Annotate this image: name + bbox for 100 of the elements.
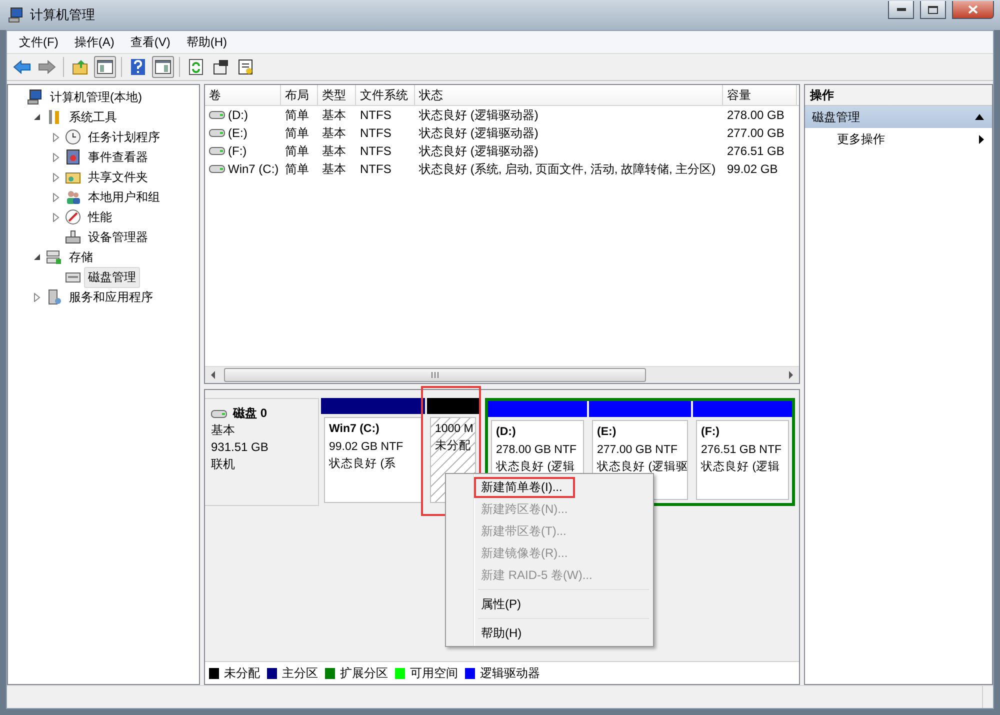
drive-icon <box>209 147 225 155</box>
table-cell-text: 基本 <box>321 124 347 142</box>
column-header[interactable]: 容量 <box>723 85 797 105</box>
drive-icon <box>209 165 225 173</box>
partition-status: 状态良好 (逻辑 <box>496 460 576 475</box>
partition-label: (E:) <box>597 425 618 440</box>
table-cell: (D:) <box>228 108 248 122</box>
scroll-left-icon[interactable] <box>210 371 216 379</box>
close-icon <box>968 5 978 14</box>
action-pane-button[interactable] <box>152 56 174 78</box>
column-header[interactable]: 布局 <box>281 85 318 105</box>
minimize-icon <box>896 8 906 12</box>
device-icon <box>65 229 81 245</box>
tree-item[interactable]: 事件查看器 <box>84 146 152 168</box>
computer-icon <box>27 89 43 105</box>
table-cell-text: 基本 <box>321 142 347 160</box>
tree-item[interactable]: 共享文件夹 <box>84 166 152 188</box>
table-cell-text: NTFS <box>359 125 392 142</box>
drive-icon <box>211 410 227 418</box>
table-cell-text: 99.02 GB <box>726 161 779 178</box>
disk-info-panel[interactable]: 磁盘 0 基本 931.51 GB 联机 <box>205 398 319 506</box>
column-header[interactable]: 状态 <box>415 85 723 105</box>
tree-item[interactable]: 任务计划程序 <box>84 126 164 148</box>
menu-item[interactable]: 操作(A) <box>66 34 122 50</box>
tree-item[interactable]: 性能 <box>84 206 116 228</box>
table-cell-text: 简单 <box>284 160 310 178</box>
table-cell-text: 状态良好 (系统, 启动, 页面文件, 活动, 故障转储, 主分区) <box>418 160 717 178</box>
disk-type: 基本 <box>211 422 236 439</box>
menu-item[interactable]: 帮助(H) <box>448 622 651 644</box>
table-cell: Win7 (C:) <box>228 162 279 176</box>
action-item[interactable]: 更多操作 <box>837 130 885 148</box>
tree-item[interactable]: 系统工具 <box>65 106 121 128</box>
legend-label: 主分区 <box>282 664 318 682</box>
storage-icon <box>46 249 62 265</box>
disk-status: 联机 <box>211 456 236 473</box>
column-header[interactable]: 类型 <box>318 85 356 105</box>
partition-status: 状态良好 (系 <box>329 456 398 472</box>
table-cell-text: 基本 <box>321 106 347 124</box>
users-icon <box>65 189 81 205</box>
partition-label: (F:) <box>701 425 721 440</box>
gauge-icon <box>65 209 81 225</box>
table-cell-text: 278.00 GB <box>726 107 786 124</box>
scroll-thumb[interactable] <box>224 368 646 382</box>
partition-label: (D:) <box>496 425 517 440</box>
partition-label: Win7 (C:) <box>329 422 380 437</box>
disk-name: 磁盘 0 <box>233 405 268 422</box>
horizontal-scrollbar[interactable] <box>205 366 799 383</box>
tree-item[interactable]: 设备管理器 <box>84 226 152 248</box>
tools-icon <box>46 109 62 125</box>
partition-size: 278.00 GB NTF <box>496 443 578 458</box>
tree-item[interactable]: 计算机管理(本地) <box>46 86 146 108</box>
disk-size: 931.51 GB <box>211 439 270 456</box>
collapse-icon[interactable] <box>975 114 984 120</box>
tree-item[interactable]: 磁盘管理 <box>84 266 140 288</box>
scroll-right-icon[interactable] <box>788 371 794 379</box>
table-cell-text: 基本 <box>321 160 347 178</box>
table-cell-text: NTFS <box>359 107 392 124</box>
legend-label: 未分配 <box>224 664 260 682</box>
table-cell: (E:) <box>228 126 248 140</box>
drive-icon <box>209 129 225 137</box>
table-cell-text: 状态良好 (逻辑驱动器) <box>418 106 540 124</box>
table-cell-text: 简单 <box>284 106 310 124</box>
partition-size: 276.51 GB NTF <box>701 443 783 458</box>
partition-status: 未分配 <box>435 438 472 454</box>
menu-item[interactable]: 文件(F) <box>11 34 66 50</box>
partition[interactable]: (F:) 276.51 GB NTF 状态良好 (逻辑 <box>696 420 789 500</box>
table-cell-text: NTFS <box>359 161 392 178</box>
legend-label: 扩展分区 <box>340 664 388 682</box>
partition[interactable]: Win7 (C:) 99.02 GB NTF 状态良好 (系 <box>324 417 422 503</box>
maximize-icon <box>928 6 938 14</box>
section-title: 磁盘管理 <box>812 108 860 126</box>
legend-label: 可用空间 <box>410 664 458 682</box>
table-cell-text: 状态良好 (逻辑驱动器) <box>418 142 540 160</box>
maximize-button[interactable] <box>920 1 946 19</box>
menu-item[interactable]: 属性(P) <box>448 593 651 615</box>
clock-icon <box>65 129 81 145</box>
window-title: 计算机管理 <box>30 6 96 24</box>
close-button[interactable] <box>952 1 994 19</box>
column-header[interactable]: 卷 <box>205 85 281 105</box>
menu-item[interactable]: 帮助(H) <box>178 34 235 50</box>
console-tree-button[interactable] <box>94 56 116 78</box>
actions-header: 操作 <box>805 85 992 106</box>
partition-size: 1000 M <box>435 422 474 437</box>
column-header[interactable]: 文件系统 <box>356 85 415 105</box>
table-cell-text: 276.51 GB <box>726 143 786 160</box>
drive-icon <box>209 111 225 119</box>
tree-item[interactable]: 本地用户和组 <box>84 186 164 208</box>
table-cell: (F:) <box>228 144 247 158</box>
action-section[interactable]: 磁盘管理 <box>805 106 992 128</box>
partition-size: 99.02 GB NTF <box>329 440 404 455</box>
table-cell-text: 简单 <box>284 124 310 142</box>
log-book-icon <box>65 149 81 165</box>
server-icon <box>46 289 62 305</box>
tree-item[interactable]: 服务和应用程序 <box>65 286 157 308</box>
table-cell-text: NTFS <box>359 143 392 160</box>
menu-item[interactable]: 查看(V) <box>122 34 178 50</box>
table-cell-text: 状态良好 (逻辑驱动器) <box>418 124 540 142</box>
tree-item[interactable]: 存储 <box>65 246 97 268</box>
legend-label: 逻辑驱动器 <box>480 664 540 682</box>
minimize-button[interactable] <box>888 1 914 19</box>
